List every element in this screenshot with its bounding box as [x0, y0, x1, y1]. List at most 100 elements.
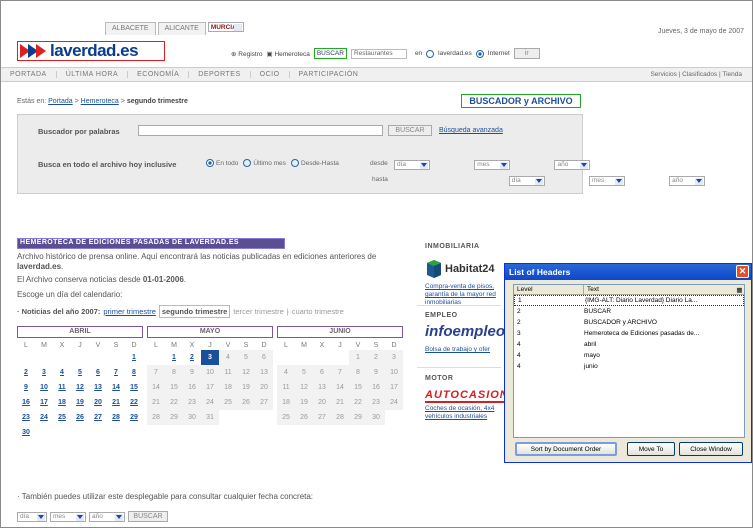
dialog-titlebar[interactable]: List of Headers ✕: [505, 264, 751, 280]
nav-ocio[interactable]: OCIO: [251, 71, 290, 78]
site-logo[interactable]: laverdad.es: [17, 41, 165, 61]
col-level-header[interactable]: Level: [514, 285, 584, 294]
nav-deportes[interactable]: DEPORTES: [189, 71, 251, 78]
hasta-mes-select[interactable]: mes: [588, 175, 625, 186]
radio-en-todo[interactable]: [206, 159, 214, 167]
list-item[interactable]: 2 BUSCAR: [514, 306, 744, 317]
calendar-day[interactable]: 22: [125, 395, 143, 410]
calendar-day[interactable]: 18: [53, 395, 71, 410]
breadcrumb-hemeroteca[interactable]: Hemeroteca: [81, 98, 119, 105]
bottom-dia-select[interactable]: día: [17, 511, 47, 522]
calendar-day[interactable]: 24: [35, 410, 53, 425]
sort-by-order-button[interactable]: Sort by Document Order: [515, 442, 617, 456]
list-item[interactable]: 4 mayo: [514, 350, 744, 361]
list-item[interactable]: 2 BUSCADOR y ARCHIVO: [514, 317, 744, 328]
nav-economia[interactable]: ECONOMÍA: [128, 71, 190, 78]
list-item[interactable]: 4 junio: [514, 361, 744, 372]
radio-ultimo-mes[interactable]: [243, 159, 252, 167]
top-search-input[interactable]: Restaurantes: [350, 48, 407, 59]
calendar-day[interactable]: 16: [17, 395, 35, 410]
search-buscar-button[interactable]: BUSCAR: [388, 125, 432, 136]
calendar-day[interactable]: 4: [53, 365, 71, 380]
headers-list[interactable]: Level Text ▦ 1 {IMG-ALT: Diario Laverdad}…: [513, 284, 745, 438]
tab-murcia[interactable]: MURCIA: [207, 22, 244, 32]
calendar-day[interactable]: 9: [17, 380, 35, 395]
calendar-day[interactable]: 23: [17, 410, 35, 425]
calendar-day[interactable]: 15: [125, 380, 143, 395]
habitat-logo[interactable]: Habitat24: [425, 259, 495, 279]
hasta-ano-select[interactable]: año: [669, 175, 706, 186]
top-go-button[interactable]: ir: [513, 48, 540, 59]
tab-alicante[interactable]: ALICANTE: [157, 22, 206, 35]
calendar-day[interactable]: 30: [17, 425, 35, 440]
autocasion-logo[interactable]: AUTOCASION: [425, 389, 509, 403]
calendar-day[interactable]: 7: [107, 365, 125, 380]
calendar-day[interactable]: 27: [89, 410, 107, 425]
calendar-day[interactable]: 13: [89, 380, 107, 395]
advanced-search-link[interactable]: Búsqueda avanzada: [439, 127, 503, 134]
calendar-day[interactable]: 26: [71, 410, 89, 425]
calendar-day[interactable]: 17: [35, 395, 53, 410]
calendar-day[interactable]: 10: [35, 380, 53, 395]
desde-dia-select[interactable]: día: [394, 159, 430, 170]
bottom-buscar-button[interactable]: BUSCAR: [128, 511, 168, 522]
trim-primer-link[interactable]: primer trimestre: [103, 307, 156, 316]
calendar-day[interactable]: 1: [165, 350, 183, 365]
nav-portada[interactable]: PORTADA: [1, 71, 57, 78]
list-item[interactable]: 4 abril: [514, 339, 744, 350]
calendar-day[interactable]: 5: [71, 365, 89, 380]
radio-laverdad[interactable]: [426, 49, 435, 58]
trim-cuarto-link[interactable]: cuarto trimestre: [292, 307, 344, 316]
col-text-header[interactable]: Text: [584, 285, 732, 294]
calendar-day[interactable]: 6: [89, 365, 107, 380]
calendar-day[interactable]: 11: [53, 380, 71, 395]
calendar-day[interactable]: 20: [89, 395, 107, 410]
calendar-day: [295, 350, 313, 365]
calendar-day: 12: [295, 380, 313, 395]
calendar-day[interactable]: 14: [107, 380, 125, 395]
tab-albacete[interactable]: ALBACETE: [105, 22, 156, 35]
hasta-dia-select[interactable]: día: [508, 175, 545, 186]
radio-desde-hasta[interactable]: [290, 159, 299, 167]
buscar-heading[interactable]: BUSCAR: [313, 48, 347, 59]
calendar-day[interactable]: 25: [53, 410, 71, 425]
infoempleo-logo[interactable]: infoempleo: [425, 323, 505, 340]
move-to-button[interactable]: Move To: [627, 442, 675, 456]
list-item[interactable]: 3 Hemeroteca de Ediciones pasadas de...: [514, 328, 744, 339]
keyword-input[interactable]: [138, 125, 383, 136]
calendar-day[interactable]: 28: [107, 410, 125, 425]
desde-ano-select[interactable]: año: [554, 159, 591, 170]
calendar-day[interactable]: 3: [201, 350, 219, 365]
nav-services[interactable]: Servicios | Clasificados | Tienda: [650, 71, 742, 78]
desde-mes-select[interactable]: mes: [474, 159, 511, 170]
calendar-day[interactable]: 8: [125, 365, 143, 380]
column-picker-icon[interactable]: ▦: [732, 285, 744, 294]
calendar-day: 6: [255, 350, 273, 365]
habitat-link[interactable]: Compra-venta de pisos, garantía de la ma…: [425, 283, 509, 307]
motor-link[interactable]: Coches de ocasión, 4x4 vehículos industr…: [425, 405, 509, 421]
close-window-button[interactable]: Close Window: [679, 442, 743, 456]
nav-participacion[interactable]: PARTICIPACIÓN: [290, 71, 368, 78]
list-item[interactable]: 1 {IMG-ALT: Diario Laverdad} Diario La...: [514, 295, 744, 306]
sidebar-divider: [417, 305, 501, 306]
nav-ultima-hora[interactable]: ÚLTIMA HORA: [57, 71, 129, 78]
empleo-link[interactable]: Bolsa de trabajo y ofer: [425, 346, 490, 354]
dropdown-hint: · También puedes utilizar este desplegab…: [17, 492, 314, 501]
calendar-day[interactable]: 2: [183, 350, 201, 365]
calendar-day[interactable]: 19: [71, 395, 89, 410]
weekday-label: J: [208, 341, 212, 349]
radio-internet[interactable]: [475, 49, 484, 58]
breadcrumb-portada[interactable]: Portada: [48, 98, 73, 105]
calendar-day[interactable]: 2: [17, 365, 35, 380]
bottom-mes-select[interactable]: mes: [50, 511, 86, 522]
calendar-day[interactable]: 21: [107, 395, 125, 410]
close-icon[interactable]: ✕: [736, 265, 749, 278]
bottom-ano-select[interactable]: año: [89, 511, 125, 522]
hemeroteca-link[interactable]: ▣ Hemeroteca: [266, 50, 309, 58]
calendar-day[interactable]: 1: [125, 350, 143, 365]
registro-link[interactable]: ⊕ Registro: [231, 50, 262, 58]
trim-tercer-link[interactable]: tercer trimestre: [233, 307, 283, 316]
calendar-day[interactable]: 29: [125, 410, 143, 425]
calendar-day[interactable]: 12: [71, 380, 89, 395]
calendar-day[interactable]: 3: [35, 365, 53, 380]
